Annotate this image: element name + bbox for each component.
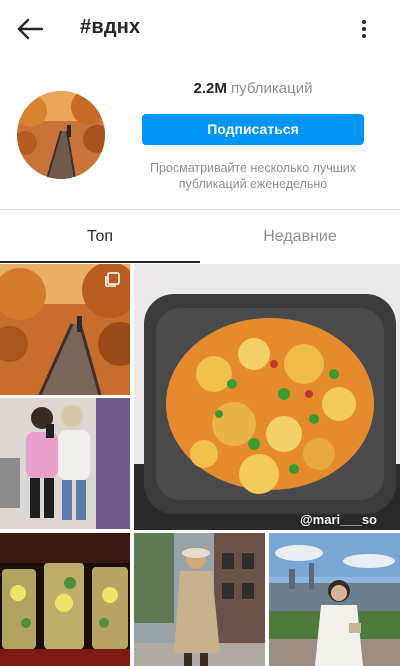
posts-count-number: 2.2M	[193, 80, 227, 97]
photo-grid	[0, 264, 400, 666]
carousel-icon	[104, 272, 120, 288]
active-tab-indicator	[0, 261, 200, 263]
more-options-button[interactable]	[352, 14, 376, 46]
page-title: #вднх	[80, 16, 141, 38]
back-button[interactable]	[14, 14, 46, 46]
posts-count: 2.2M публикаций	[142, 80, 364, 97]
follow-button[interactable]: Подписаться	[142, 114, 364, 145]
stew-pot-photo[interactable]	[134, 264, 400, 530]
photo-watermark: @mari___so	[300, 512, 377, 527]
cocktails-photo[interactable]	[0, 533, 130, 666]
tab-top[interactable]: Топ	[0, 210, 200, 263]
follow-hint-text: Просматривайте несколько лучших публикац…	[149, 161, 357, 191]
more-vertical-icon	[362, 20, 366, 38]
top-app-bar: #вднх	[0, 0, 400, 58]
arrow-left-icon	[17, 18, 44, 40]
posts-count-label: публикаций	[231, 80, 313, 97]
hashtag-avatar	[17, 91, 105, 179]
feed-tabs: Топ Недавние	[0, 210, 400, 263]
tab-recent[interactable]: Недавние	[200, 210, 400, 263]
woman-on-street-photo[interactable]	[134, 533, 265, 666]
two-women-mirror-selfie-photo[interactable]	[0, 398, 130, 529]
woman-skyline-photo[interactable]	[269, 533, 400, 666]
